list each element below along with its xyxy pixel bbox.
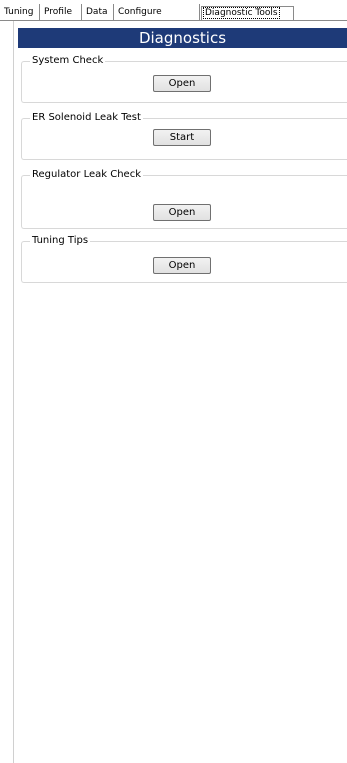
regulator-leak-check-group: Regulator Leak Check Open (21, 168, 347, 229)
tab-tuning[interactable]: Tuning (0, 4, 40, 20)
er-solenoid-leak-test-title: ER Solenoid Leak Test (30, 111, 143, 125)
tuning-tips-title: Tuning Tips (30, 234, 91, 248)
tuning-tips-open-button[interactable]: Open (153, 257, 211, 274)
system-check-title: System Check (30, 54, 106, 68)
tuning-tips-group: Tuning Tips Open (21, 234, 347, 283)
system-check-group: System Check Open (21, 54, 347, 103)
page-title: Diagnostics (18, 28, 347, 48)
tab-profile[interactable]: Profile (40, 4, 82, 20)
tab-diagnostic-tools-label: Diagnostic Tools (203, 7, 280, 19)
regulator-leak-check-open-button[interactable]: Open (153, 204, 211, 221)
tab-data-label: Data (86, 7, 108, 17)
system-check-open-button[interactable]: Open (153, 75, 211, 92)
er-solenoid-leak-test-start-button[interactable]: Start (153, 129, 211, 146)
tab-tuning-label: Tuning (4, 7, 34, 17)
panel-left-border (13, 21, 14, 763)
tab-data[interactable]: Data (82, 4, 114, 20)
tab-profile-label: Profile (44, 7, 72, 17)
tab-configure[interactable]: Configure (114, 4, 200, 20)
tab-bar: Tuning Profile Data Configure Diagnostic… (0, 0, 347, 21)
tab-diagnostic-tools[interactable]: Diagnostic Tools (201, 6, 294, 20)
tab-bar-divider (0, 20, 347, 21)
er-solenoid-leak-test-group: ER Solenoid Leak Test Start (21, 111, 347, 160)
regulator-leak-check-title: Regulator Leak Check (30, 168, 143, 182)
tab-configure-label: Configure (118, 7, 162, 17)
